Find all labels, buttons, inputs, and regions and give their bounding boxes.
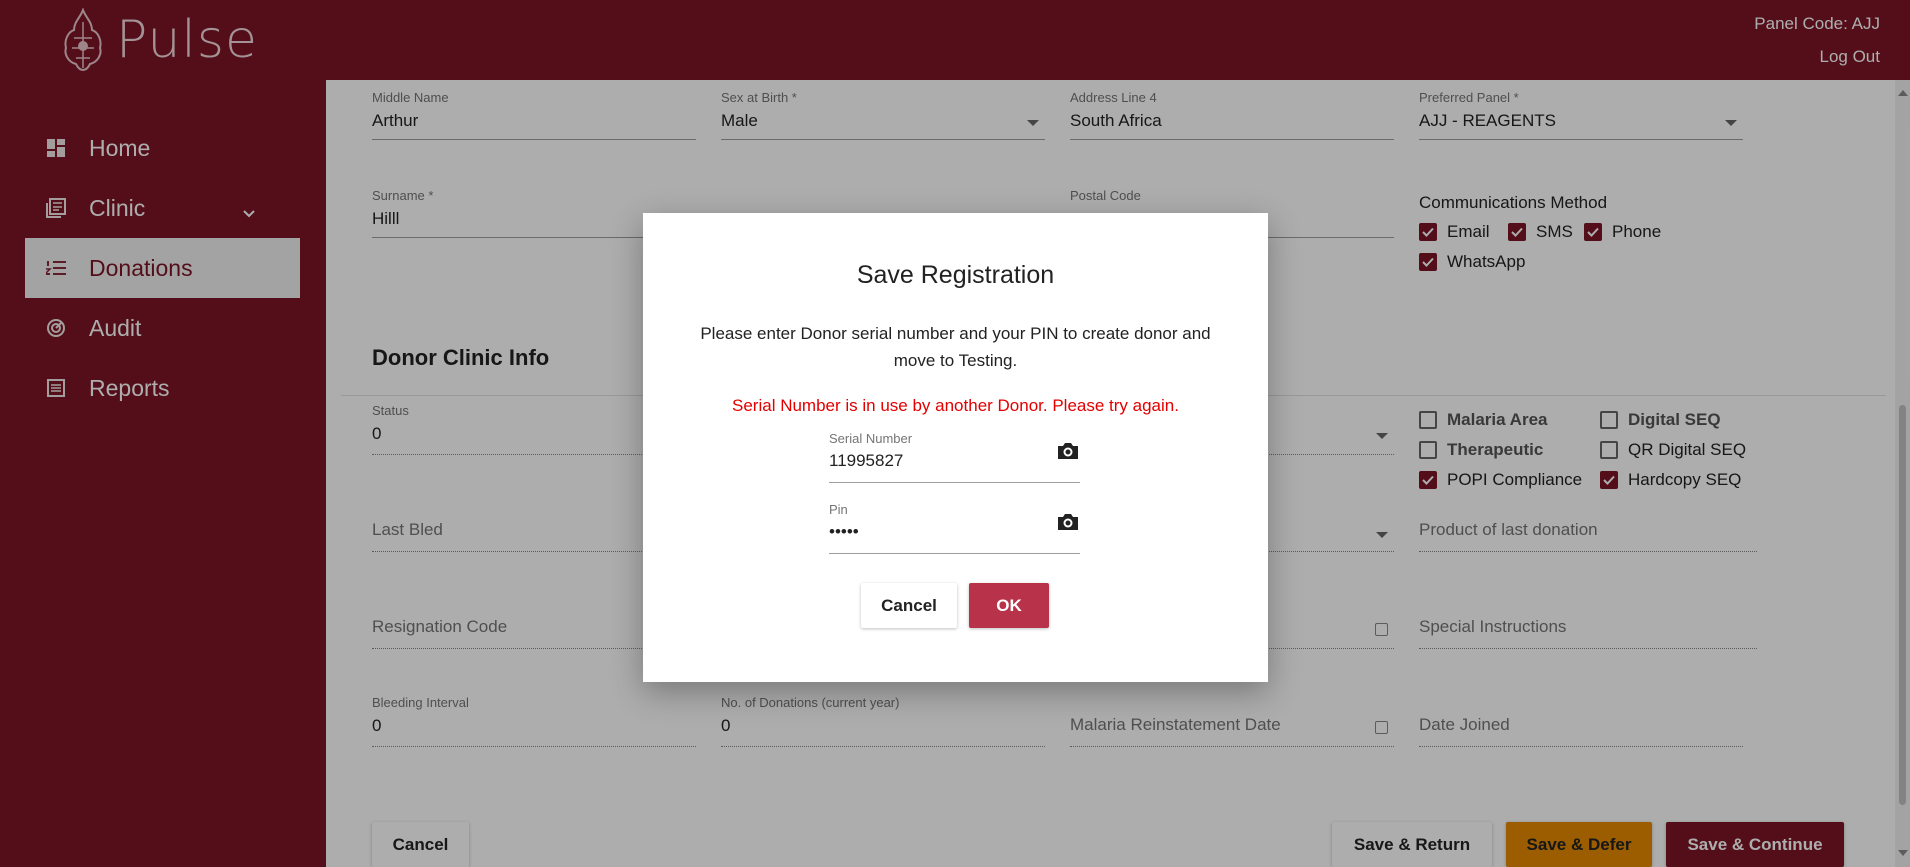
serial-number-input[interactable]: Serial Number 11995827 (829, 431, 1080, 483)
camera-icon[interactable] (1056, 512, 1080, 537)
dialog-message: Please enter Donor serial number and you… (700, 324, 1211, 370)
camera-icon[interactable] (1056, 441, 1080, 466)
field-value: ••••• (829, 522, 859, 541)
field-label: Pin (829, 502, 848, 517)
dialog-ok-button[interactable]: OK (969, 583, 1049, 628)
dialog-error-message: Serial Number is in use by another Donor… (732, 396, 1179, 415)
dialog-title: Save Registration (856, 261, 1055, 289)
save-registration-dialog: Save Registration Please enter Donor ser… (643, 213, 1268, 682)
field-value: 11995827 (829, 451, 904, 470)
field-label: Serial Number (829, 431, 913, 446)
pin-input[interactable]: Pin ••••• (829, 502, 1080, 554)
dialog-cancel-button[interactable]: Cancel (861, 583, 957, 628)
